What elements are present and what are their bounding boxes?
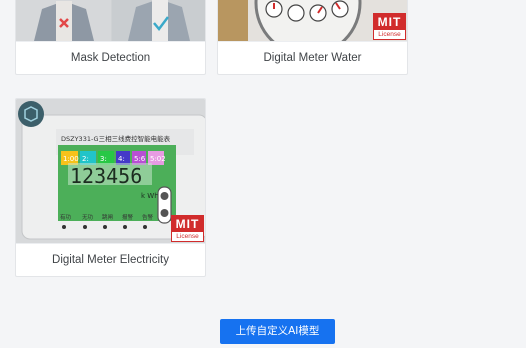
mit-license-badge: MIT License [373,13,406,40]
model-card-mask-detection[interactable]: Mask Detection [15,0,206,75]
segment-5: 5:6 [134,155,146,163]
btn-label-3: 跳闸 [102,213,113,221]
meter-reading: 123456 [70,164,142,188]
segment-1: 1:00 [63,155,79,163]
btn-label-4: 报警 [122,213,134,221]
btn-label-1: 有功 [60,213,72,221]
mask-detection-image [16,0,205,41]
model-card-digital-meter-electricity[interactable]: DSZY331-G三相三线费控智能电能表 1:00 2: 3: 4: 5:6 5… [15,98,206,277]
model-card-digital-meter-water[interactable]: MIT License Digital Meter Water [217,0,408,75]
mit-license-badge: MIT License [171,215,204,242]
model-title: Digital Meter Water [218,41,407,74]
upload-custom-ai-model-button[interactable]: 上传自定义AI模型 [220,319,335,344]
mask-detection-photo-icon [16,0,205,41]
btn-label-5: 告警 [142,213,154,221]
segment-6: 5:02 [150,155,166,163]
model-title: Mask Detection [16,41,205,74]
electric-meter-image: DSZY331-G三相三线费控智能电能表 1:00 2: 3: 4: 5:6 5… [16,99,205,243]
model-title: Digital Meter Electricity [16,243,205,276]
meter-unit: k Wh [141,192,159,200]
segment-2: 2: [82,155,89,163]
water-meter-image: MIT License [218,0,407,41]
meter-model-label: DSZY331-G三相三线费控智能电能表 [61,134,171,143]
segment-3: 3: [100,155,107,163]
btn-label-2: 无功 [82,213,94,221]
segment-4: 4: [118,155,125,163]
